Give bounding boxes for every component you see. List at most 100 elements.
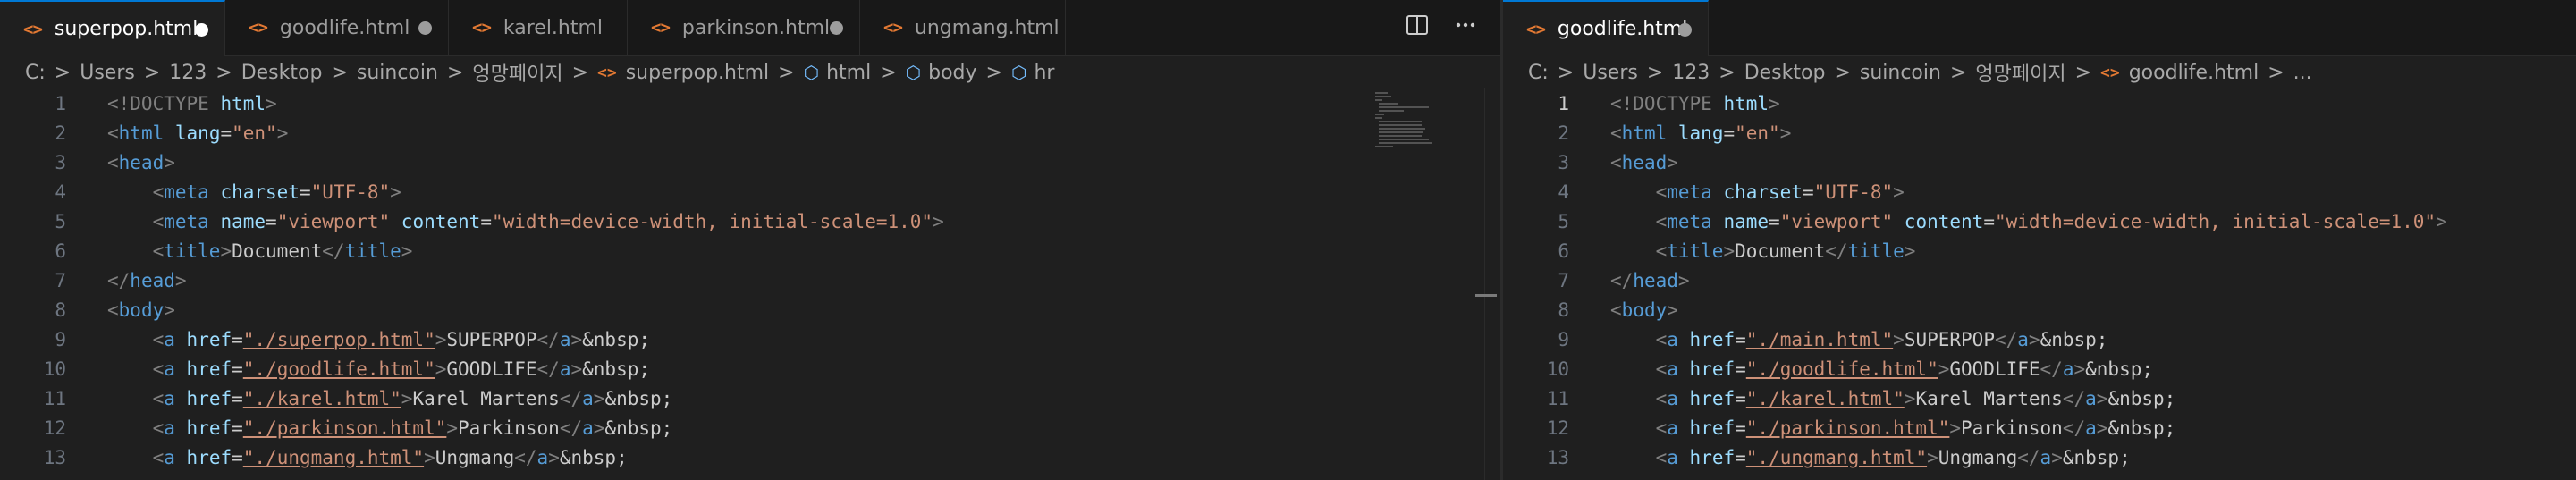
text-token: Parkinson xyxy=(1961,417,2063,439)
tab-superpop[interactable]: <> superpop.html xyxy=(0,0,225,56)
unsaved-dot-icon[interactable] xyxy=(830,21,843,35)
code-editor[interactable]: 1 <!DOCTYPE html> 2 <html lang="en"> 3 <hea… xyxy=(0,88,1500,480)
href-link[interactable]: "./parkinson.html" xyxy=(1746,417,1950,439)
chevron-right-icon: > xyxy=(331,61,348,84)
text-token: &nbsp; xyxy=(2107,387,2176,409)
doctype-token: <!DOCTYPE xyxy=(107,92,209,114)
breadcrumb-item[interactable]: body xyxy=(928,62,976,84)
text-token: SUPERPOP xyxy=(446,328,537,350)
line-number: 6 xyxy=(55,240,66,262)
chevron-right-icon: > xyxy=(1834,61,1851,84)
breadcrumb-item[interactable]: Desktop xyxy=(241,62,323,84)
href-link[interactable]: "./goodlife.html" xyxy=(243,358,435,380)
string-token: "width=device-width, initial-scale=1.0" xyxy=(1994,210,2437,232)
split-editor-icon[interactable] xyxy=(1404,14,1431,41)
breadcrumb-item[interactable]: 123 xyxy=(169,62,207,84)
more-actions-icon[interactable] xyxy=(1452,14,1479,41)
line-number: 7 xyxy=(1558,269,1569,291)
breadcrumb: C: > Users > 123 > Desktop > suincoin > 엉망페이지… xyxy=(1503,56,2576,88)
line-number: 5 xyxy=(55,210,66,232)
line-number: 11 xyxy=(43,387,66,409)
text-token: &nbsp; xyxy=(2085,358,2153,380)
unsaved-dot-icon[interactable] xyxy=(195,23,208,37)
string-token: "en" xyxy=(232,122,277,144)
tab-label: karel.html xyxy=(503,16,604,39)
line-number: 5 xyxy=(1558,210,1569,232)
breadcrumb-item[interactable]: hr xyxy=(1034,62,1054,84)
line-number: 13 xyxy=(43,446,66,468)
vertical-scrollbar[interactable] xyxy=(1484,88,1500,480)
text-token: &nbsp; xyxy=(2040,328,2108,350)
unsaved-dot-icon[interactable] xyxy=(1678,23,1692,37)
text-token: Ungmang xyxy=(1938,446,2018,468)
html-file-icon: <> xyxy=(597,63,617,82)
tab-karel[interactable]: <> karel.html xyxy=(449,0,628,55)
breadcrumb-item[interactable]: Desktop xyxy=(1744,62,1826,84)
breadcrumb-item[interactable]: Users xyxy=(1583,62,1638,84)
text-token: Parkinson xyxy=(458,417,560,439)
breadcrumb-item[interactable]: suincoin xyxy=(1860,62,1941,84)
line-number: 3 xyxy=(55,151,66,173)
href-link[interactable]: "./ungmang.html" xyxy=(1746,447,1927,468)
line-number: 6 xyxy=(1558,240,1569,262)
breadcrumb-item[interactable]: 엉망페이지 xyxy=(472,58,562,87)
string-token: "en" xyxy=(1735,122,1780,144)
tab-label: goodlife.html xyxy=(279,16,410,39)
text-token: GOODLIFE xyxy=(446,358,537,380)
text-token: Karel Martens xyxy=(412,387,560,409)
tab-label: ungmang.html xyxy=(914,16,1060,39)
tab-ungmang[interactable]: <> ungmang.html xyxy=(860,0,1066,55)
href-link[interactable]: "./goodlife.html" xyxy=(1746,358,1938,380)
html-file-icon: <> xyxy=(883,18,903,38)
breadcrumb-item[interactable]: 123 xyxy=(1672,62,1710,84)
editor-actions xyxy=(1404,0,1479,55)
tab-goodlife[interactable]: <> goodlife.html xyxy=(1503,0,1709,56)
breadcrumb: C: > Users > 123 > Desktop > suincoin > 엉망페이지… xyxy=(0,56,1500,88)
breadcrumb-item[interactable]: suincoin xyxy=(357,62,438,84)
line-number: 3 xyxy=(1558,151,1569,173)
tab-bar: <> superpop.html <> goodlife.html <> kar… xyxy=(0,0,1500,56)
chevron-right-icon: > xyxy=(985,61,1002,84)
html-file-icon: <> xyxy=(23,19,43,39)
href-link[interactable]: "./parkinson.html" xyxy=(243,417,447,439)
chevron-right-icon: > xyxy=(54,61,72,84)
line-number: 2 xyxy=(55,122,66,144)
code-editor[interactable]: 1 <!DOCTYPE html> 2 <html lang="en"> 3 <hea… xyxy=(1503,88,2576,480)
breadcrumb-item[interactable]: ... xyxy=(2293,62,2312,84)
minimap[interactable] xyxy=(1368,88,1484,480)
line-number: 7 xyxy=(55,269,66,291)
href-link[interactable]: "./ungmang.html" xyxy=(243,447,424,468)
breadcrumb-item[interactable]: C: xyxy=(1528,62,1549,84)
href-link[interactable]: "./main.html" xyxy=(1746,329,1893,350)
breadcrumb-item[interactable]: superpop.html xyxy=(626,62,769,84)
chevron-right-icon: > xyxy=(1949,61,1967,84)
text-token: &nbsp; xyxy=(604,387,673,409)
string-token: "viewport" xyxy=(276,210,391,232)
chevron-right-icon: > xyxy=(1557,61,1575,84)
unsaved-dot-icon[interactable] xyxy=(418,21,432,35)
editor-group-left: <> superpop.html <> goodlife.html <> kar… xyxy=(0,0,1500,480)
tab-goodlife[interactable]: <> goodlife.html xyxy=(225,0,449,55)
href-link[interactable]: "./karel.html" xyxy=(243,388,401,409)
href-link[interactable]: "./karel.html" xyxy=(1746,388,1905,409)
line-number: 1 xyxy=(1558,92,1569,114)
href-link[interactable]: "./superpop.html" xyxy=(243,329,435,350)
html-file-icon: <> xyxy=(249,18,268,38)
tab-bar: <> goodlife.html xyxy=(1503,0,2576,56)
chevron-right-icon: > xyxy=(1646,61,1664,84)
tab-parkinson[interactable]: <> parkinson.html xyxy=(628,0,860,55)
breadcrumb-item[interactable]: C: xyxy=(25,62,46,84)
breadcrumb-item[interactable]: Users xyxy=(80,62,135,84)
line-number: 2 xyxy=(1558,122,1569,144)
breadcrumb-item[interactable]: goodlife.html xyxy=(2129,62,2259,84)
line-number: 8 xyxy=(1558,299,1569,321)
breadcrumb-item[interactable]: html xyxy=(826,62,871,84)
text-token: SUPERPOP xyxy=(1904,328,1995,350)
html-file-icon: <> xyxy=(2100,63,2120,82)
tab-label: parkinson.html xyxy=(681,16,831,39)
line-number: 9 xyxy=(1558,328,1569,350)
html-file-icon: <> xyxy=(651,18,671,38)
line-number: 10 xyxy=(1546,358,1569,380)
breadcrumb-item[interactable]: 엉망페이지 xyxy=(1975,58,2065,87)
string-token: "viewport" xyxy=(1779,210,1894,232)
